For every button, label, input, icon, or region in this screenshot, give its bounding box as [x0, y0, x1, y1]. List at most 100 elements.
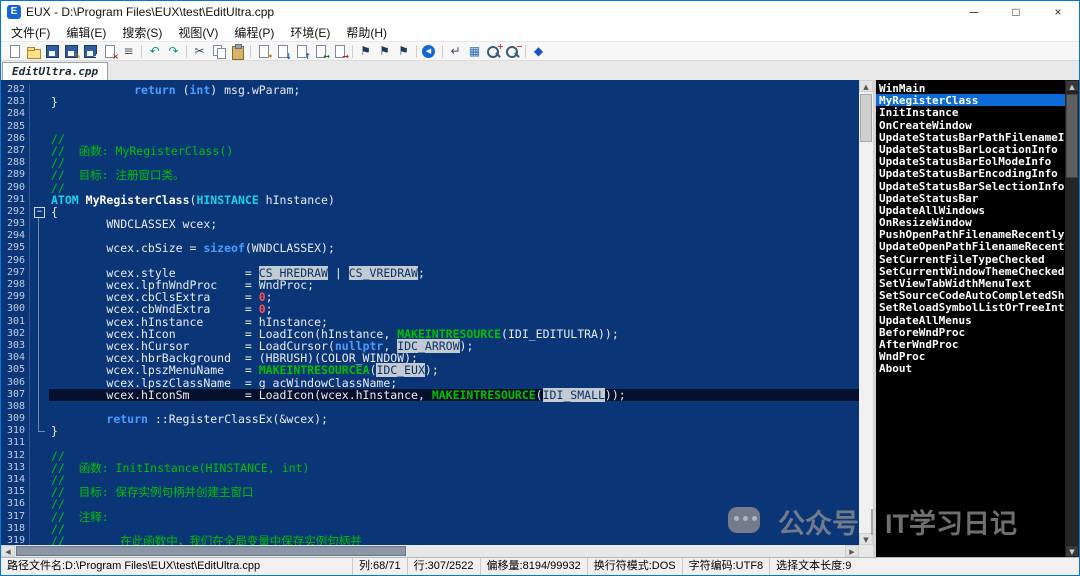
new-file-button[interactable]: [5, 43, 24, 60]
symbol-item-SetViewTabWidthMenuText[interactable]: SetViewTabWidthMenuText: [876, 277, 1065, 289]
menu-file[interactable]: 文件(F): [3, 23, 58, 42]
code-line-293[interactable]: 293 WNDCLASSEX wcex;: [1, 218, 859, 230]
toggle-bookmark-button[interactable]: ⚑: [356, 43, 375, 60]
tab-editultra-cpp[interactable]: EditUltra.cpp: [2, 62, 108, 80]
code-line-313[interactable]: 313// 函数: InitInstance(HINSTANCE, int): [1, 462, 859, 474]
editor-horizontal-scrollbar[interactable]: ◀ ▶: [1, 545, 873, 557]
title-bar[interactable]: E EUX - D:\Program Files\EUX\test\EditUl…: [1, 1, 1079, 23]
find-button[interactable]: •: [254, 43, 273, 60]
save-file-button[interactable]: [43, 43, 62, 60]
scroll-up-icon[interactable]: ▲: [859, 80, 873, 92]
symbol-item-InitInstance[interactable]: InitInstance: [876, 106, 1065, 118]
scroll-down-icon[interactable]: ▼: [859, 533, 873, 545]
scroll-right-icon[interactable]: ▶: [845, 545, 859, 557]
code-line-283[interactable]: 283}: [1, 96, 859, 108]
close-file-button[interactable]: ×: [100, 43, 119, 60]
symbol-item-UpdateStatusBarPathFilenameInfo[interactable]: UpdateStatusBarPathFilenameInfo: [876, 131, 1065, 143]
status-line: 行:307/2522: [408, 558, 481, 575]
symbol-scroll-thumb[interactable]: [1066, 94, 1078, 178]
symbol-item-UpdateStatusBarLocationInfo[interactable]: UpdateStatusBarLocationInfo: [876, 143, 1065, 155]
previous-bookmark-icon: ⚑: [376, 44, 393, 59]
vscroll-thumb[interactable]: [860, 94, 872, 142]
symbol-item-SetReloadSymbolListOrTreeInterva[interactable]: SetReloadSymbolListOrTreeInterva: [876, 301, 1065, 313]
paste-button[interactable]: [228, 43, 247, 60]
symbol-item-SetCurrentFileTypeChecked[interactable]: SetCurrentFileTypeChecked: [876, 253, 1065, 265]
menu-program[interactable]: 编程(P): [226, 23, 282, 42]
symbol-item-PushOpenPathFilenameRecently[interactable]: PushOpenPathFilenameRecently: [876, 228, 1065, 240]
symbol-item-UpdateStatusBarEncodingInfo[interactable]: UpdateStatusBarEncodingInfo: [876, 167, 1065, 179]
word-wrap-button[interactable]: ↵: [446, 43, 465, 60]
symbol-item-UpdateStatusBarEolModeInfo[interactable]: UpdateStatusBarEolModeInfo: [876, 155, 1065, 167]
zoom-in-button[interactable]: +: [484, 43, 503, 60]
code-line-319[interactable]: 319// 在此函数中，我们在全局变量中保存实例句柄并: [1, 535, 859, 545]
maximize-button[interactable]: □: [995, 1, 1037, 23]
symbol-scroll-up-icon[interactable]: ▲: [1065, 80, 1079, 92]
navigate-back-button[interactable]: ◀: [420, 43, 439, 60]
fold-collapse-icon[interactable]: [29, 206, 49, 218]
symbol-item-About[interactable]: About: [876, 362, 1065, 374]
tile-windows-button[interactable]: ▦: [465, 43, 484, 60]
symbol-item-OnCreateWindow[interactable]: OnCreateWindow: [876, 119, 1065, 131]
find-previous-button[interactable]: ↑: [292, 43, 311, 60]
hscroll-thumb[interactable]: [16, 546, 406, 556]
symbol-item-UpdateStatusBarSelectionInfo[interactable]: UpdateStatusBarSelectionInfo: [876, 180, 1065, 192]
status-bar: 路径文件名:D:\Program Files\EUX\test\EditUltr…: [1, 557, 1079, 575]
code-text: return (int) msg.wParam;: [49, 84, 859, 96]
code-line-309[interactable]: 309 return ::RegisterClassEx(&wcex);: [1, 413, 859, 425]
menu-help[interactable]: 帮助(H): [338, 23, 395, 42]
zoom-out-button[interactable]: −: [503, 43, 522, 60]
menu-search[interactable]: 搜索(S): [114, 23, 170, 42]
code-line-285[interactable]: 285: [1, 121, 859, 133]
code-line-289[interactable]: 289// 目标: 注册窗口类。: [1, 169, 859, 181]
symbol-item-MyRegisterClass[interactable]: MyRegisterClass: [876, 94, 1065, 106]
redo-button[interactable]: ↷: [164, 43, 183, 60]
menu-view[interactable]: 视图(V): [170, 23, 226, 42]
code-line-284[interactable]: 284: [1, 108, 859, 120]
symbol-item-UpdateAllWindows[interactable]: UpdateAllWindows: [876, 204, 1065, 216]
save-as-button[interactable]: ✎: [62, 43, 81, 60]
code-line-317[interactable]: 317// 注释:: [1, 511, 859, 523]
save-all-button[interactable]: +: [81, 43, 100, 60]
symbol-item-BeforeWndProc[interactable]: BeforeWndProc: [876, 326, 1065, 338]
cut-button[interactable]: ✂: [190, 43, 209, 60]
code-line-287[interactable]: 287// 函数: MyRegisterClass(): [1, 145, 859, 157]
copy-button[interactable]: [209, 43, 228, 60]
fold-margin: [29, 340, 49, 352]
code-line-291[interactable]: 291ATOM MyRegisterClass(HINSTANCE hInsta…: [1, 194, 859, 206]
code-line-315[interactable]: 315// 目标: 保存实例句柄并创建主窗口: [1, 486, 859, 498]
symbol-item-SetSourceCodeAutoCompletedShowA[interactable]: SetSourceCodeAutoCompletedShowA: [876, 289, 1065, 301]
find-next-button[interactable]: ↓: [273, 43, 292, 60]
close-button[interactable]: ×: [1037, 1, 1079, 23]
symbol-item-UpdateStatusBar[interactable]: UpdateStatusBar: [876, 192, 1065, 204]
symbol-item-SetCurrentWindowThemeChecked[interactable]: SetCurrentWindowThemeChecked: [876, 265, 1065, 277]
editor-vertical-scrollbar[interactable]: ▲ ▼: [859, 80, 873, 545]
code-line-282[interactable]: 282 return (int) msg.wParam;: [1, 84, 859, 96]
code-line-310[interactable]: 310}: [1, 425, 859, 437]
code-line-307[interactable]: 307 wcex.hIconSm = LoadIcon(wcex.hInstan…: [1, 389, 859, 401]
symbol-item-WinMain[interactable]: WinMain: [876, 82, 1065, 94]
code-line-295[interactable]: 295 wcex.cbSize = sizeof(WNDCLASSEX);: [1, 242, 859, 254]
symbol-item-UpdateAllMenus[interactable]: UpdateAllMenus: [876, 314, 1065, 326]
menu-edit[interactable]: 编辑(E): [58, 23, 114, 42]
toolbar-separator: [250, 45, 251, 58]
run-button[interactable]: ◆: [529, 43, 548, 60]
code-editor[interactable]: 282 return (int) msg.wParam;283}284285 28…: [1, 80, 859, 545]
scroll-left-icon[interactable]: ◀: [1, 545, 15, 557]
open-file-button[interactable]: [24, 43, 43, 60]
symbol-item-OnResizeWindow[interactable]: OnResizeWindow: [876, 216, 1065, 228]
undo-button[interactable]: ↶: [145, 43, 164, 60]
symbol-item-WndProc[interactable]: WndProc: [876, 350, 1065, 362]
next-bookmark-button[interactable]: ⚑: [394, 43, 413, 60]
symbol-item-UpdateOpenPathFilenameRecently[interactable]: UpdateOpenPathFilenameRecently: [876, 240, 1065, 252]
previous-bookmark-button[interactable]: ⚑: [375, 43, 394, 60]
menu-environment[interactable]: 环境(E): [282, 23, 338, 42]
code-line-311[interactable]: 311: [1, 437, 859, 449]
code-line-316[interactable]: 316//: [1, 498, 859, 510]
symbol-item-AfterWndProc[interactable]: AfterWndProc: [876, 338, 1065, 350]
goto-line-button[interactable]: →: [330, 43, 349, 60]
symbol-scrollbar[interactable]: ▲ ▼: [1065, 80, 1079, 557]
print-button[interactable]: ≡: [119, 43, 138, 60]
symbol-scroll-down-icon[interactable]: ▼: [1065, 545, 1079, 557]
minimize-button[interactable]: ─: [953, 1, 995, 23]
replace-button[interactable]: ↔: [311, 43, 330, 60]
